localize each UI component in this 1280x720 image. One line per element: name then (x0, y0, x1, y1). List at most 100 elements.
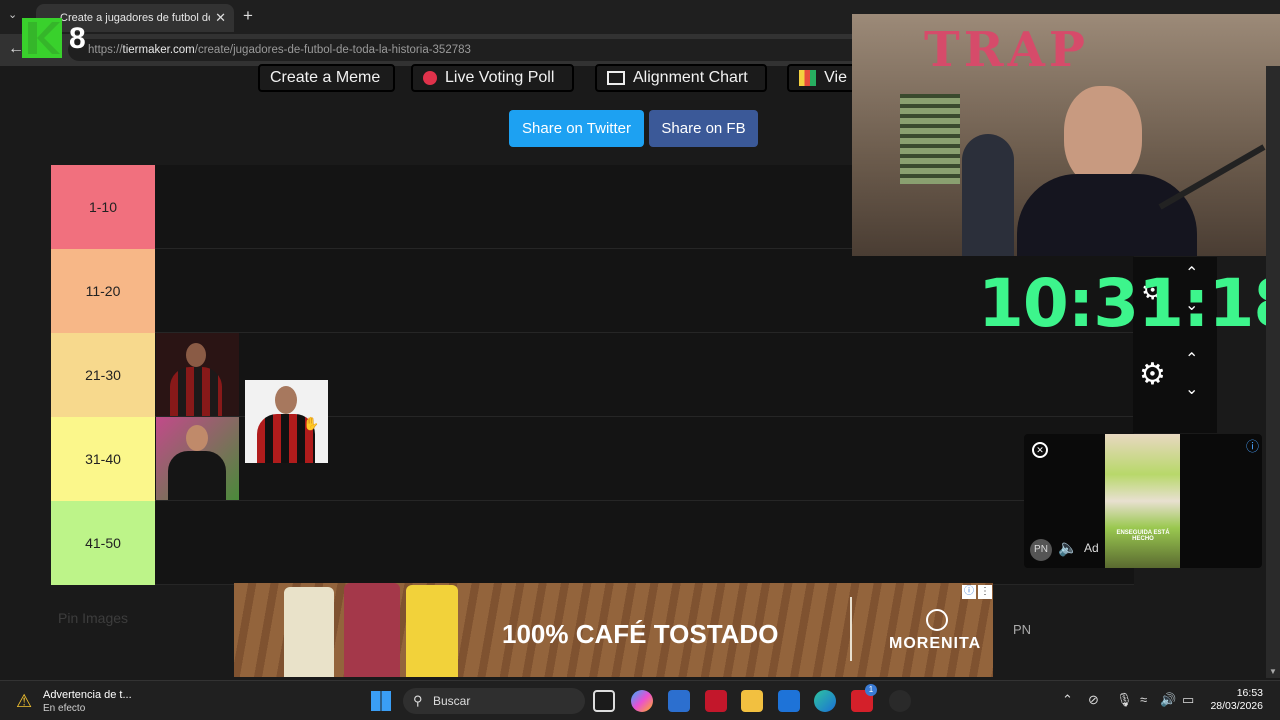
share-facebook-button[interactable]: Share on FB (649, 110, 758, 147)
cursor-hand-icon: ✋ (303, 416, 320, 431)
scroll-down-arrow-icon[interactable]: ▼ (1269, 667, 1277, 676)
view-button[interactable]: Vie (787, 64, 857, 92)
windows-start-icon[interactable] (371, 691, 391, 711)
screen: ⌄ Create a jugadores de futbol de to ✕ +… (0, 0, 1280, 720)
stream-timer: 10:31:18 (978, 265, 1280, 342)
ad-close-icon[interactable]: ⋮ (978, 585, 992, 599)
search-icon: ⚲ (413, 693, 423, 708)
share-twitter-label: Share on Twitter (522, 120, 631, 137)
banner-headline: 100% CAFÉ TOSTADO (502, 619, 779, 649)
tier-label[interactable]: 1-10 (51, 165, 155, 249)
mcafee-icon[interactable] (705, 690, 727, 712)
clock-date: 28/03/2026 (1210, 700, 1263, 712)
ad-video-frame (1105, 434, 1180, 568)
obs-icon[interactable] (889, 690, 911, 712)
location-off-icon[interactable]: ⊘ (1088, 692, 1099, 708)
live-voting-label: Live Voting Poll (445, 69, 555, 86)
coffee-bag-yellow (406, 585, 458, 677)
video-ad[interactable]: ✕ ⓘ ENSEGUIDA ESTÁ HECHO PN 🔈 Ad (1024, 434, 1262, 568)
url-prefix: https:// (88, 44, 123, 56)
player-head (186, 343, 206, 367)
alignment-chart-label: Alignment Chart (633, 69, 748, 86)
windows-taskbar: ⚠ Advertencia de t... En efecto ⚲ Buscar… (0, 680, 1280, 720)
tab-list-chevron-icon[interactable]: ⌄ (8, 8, 17, 21)
grid-icon (607, 71, 625, 85)
player-image[interactable] (156, 333, 239, 416)
ad-label: Ad (1084, 541, 1099, 555)
warning-icon: ⚠ (16, 691, 33, 711)
player-shirt (170, 367, 222, 416)
coffee-bag-red (344, 583, 400, 677)
tier-row-2[interactable]: 11-20 (51, 249, 1134, 333)
file-explorer-icon[interactable] (741, 690, 763, 712)
live-voting-poll-button[interactable]: Live Voting Poll (411, 64, 574, 92)
player-head (186, 425, 208, 451)
microphone-icon[interactable]: 🎙 (1116, 692, 1133, 708)
close-ad-icon[interactable]: ✕ (1032, 442, 1048, 458)
overlay-counter: 8 (69, 22, 86, 55)
webcam-person-head (1064, 86, 1142, 186)
banner-ad[interactable]: 100% CAFÉ TOSTADO MORENITA ⓘ ⋮ (234, 583, 993, 677)
morenita-logo-icon (926, 609, 948, 631)
url-path: /create/jugadores-de-futbol-de-toda-la-h… (194, 44, 471, 56)
pin-images-label[interactable]: Pin Images (58, 610, 128, 626)
timer-up-chevron-icon[interactable]: ⌃ (1185, 349, 1198, 369)
lenovo-icon[interactable]: 1 (851, 684, 877, 712)
url-host: tiermaker.com (122, 44, 195, 56)
taskbar-search[interactable]: ⚲ Buscar (403, 688, 585, 714)
tier-label[interactable]: 41-50 (51, 501, 155, 585)
battery-icon[interactable]: ▭ (1182, 692, 1194, 708)
banner-side-label: PN (1013, 622, 1032, 637)
ad-info-icon[interactable]: ⓘ (962, 585, 976, 599)
ad-video-caption: ENSEGUIDA ESTÁ HECHO (1116, 530, 1170, 542)
clock-time: 16:53 (1236, 687, 1263, 699)
tier-row-4[interactable]: 31-40 (51, 417, 1134, 501)
copilot-icon[interactable] (631, 690, 653, 712)
tab-close-icon[interactable]: ✕ (215, 10, 226, 26)
url-field[interactable]: https://tiermaker.com/create/jugadores-d… (68, 39, 868, 61)
webcam-window (900, 94, 960, 184)
weather-alert-widget[interactable]: ⚠ Advertencia de t... En efecto (14, 687, 214, 717)
player-image[interactable] (156, 417, 239, 500)
banner-brand: MORENITA (889, 635, 982, 652)
webcam-person-body (1017, 174, 1197, 256)
new-tab-icon[interactable]: + (243, 6, 253, 26)
search-placeholder: Buscar (433, 694, 471, 708)
task-view-icon[interactable] (593, 690, 615, 712)
tier-label[interactable]: 21-30 (51, 333, 155, 417)
create-meme-label: Create a Meme (270, 69, 381, 86)
ad-info-icon[interactable]: ⓘ (1246, 436, 1259, 455)
tier-label[interactable]: 11-20 (51, 249, 155, 333)
player-shirt (168, 451, 226, 500)
page-scrollbar[interactable]: ▼ (1266, 66, 1280, 678)
store-icon[interactable] (668, 690, 690, 712)
webcam-child (962, 134, 1014, 256)
tier-row-5[interactable]: 41-50 (51, 501, 1134, 585)
webcam-wall-sign: TRAP (924, 22, 1089, 78)
view-label: Vie (824, 69, 847, 86)
timer-down-chevron-icon[interactable]: ⌄ (1185, 379, 1198, 399)
tier-row-3[interactable]: 21-30 (51, 333, 1134, 417)
player-head (275, 386, 297, 414)
settings-gear-icon[interactable]: ⚙ (1139, 357, 1166, 392)
volume-icon[interactable]: 🔊 (1160, 692, 1176, 708)
edge-browser-icon[interactable] (814, 690, 836, 712)
alert-subtitle: En efecto (43, 703, 86, 714)
create-meme-button[interactable]: Create a Meme (258, 64, 395, 92)
tray-chevron-up-icon[interactable]: ⌃ (1062, 692, 1073, 708)
alert-title: Advertencia de t... (43, 689, 132, 701)
dragged-player-image[interactable]: ✋ (245, 380, 328, 463)
webcam-overlay: TRAP (852, 14, 1280, 256)
outlook-icon[interactable] (778, 690, 800, 712)
tier-label[interactable]: 31-40 (51, 417, 155, 501)
tab-tiermaker[interactable]: Create a jugadores de futbol de to ✕ (36, 4, 234, 32)
system-clock[interactable]: 16:53 28/03/2026 (1209, 687, 1263, 713)
coffee-bag-green (284, 587, 334, 677)
share-twitter-button[interactable]: Share on Twitter (509, 110, 644, 147)
wifi-icon[interactable]: ≈ (1140, 692, 1147, 707)
alignment-chart-button[interactable]: Alignment Chart (595, 64, 767, 92)
speaker-icon[interactable]: 🔈 (1058, 538, 1078, 558)
ad-pn-badge: PN (1030, 539, 1052, 561)
notification-badge: 1 (865, 684, 877, 696)
colored-grid-icon (799, 70, 817, 86)
